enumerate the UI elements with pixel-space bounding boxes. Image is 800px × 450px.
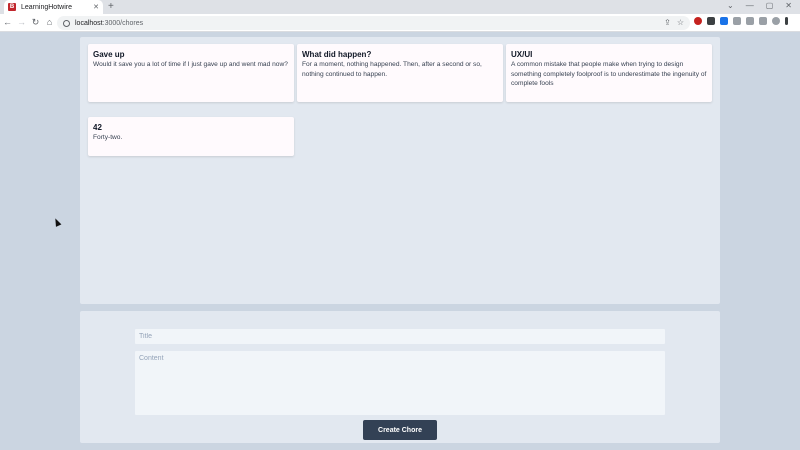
extension-media-icon[interactable]	[746, 17, 754, 25]
forward-icon[interactable]: →	[15, 16, 28, 29]
chore-content: Forty-two.	[93, 134, 123, 141]
new-tab-button[interactable]: +	[108, 1, 114, 13]
site-info-icon[interactable]	[63, 19, 70, 27]
star-icon[interactable]: ☆	[677, 18, 684, 27]
chore-title: What did happen?	[302, 50, 372, 59]
tab-search-icon[interactable]: ⌄	[727, 1, 734, 10]
tab-close-icon[interactable]: ✕	[93, 3, 99, 11]
chore-content: A common mistake that people make when t…	[511, 61, 707, 87]
url-host: localhost	[75, 19, 103, 27]
url-text: localhost:3000/chores	[75, 20, 143, 27]
home-icon[interactable]: ⌂	[43, 16, 56, 29]
chore-title: UX/UI	[511, 50, 533, 59]
new-chore-form: Create Chore	[80, 311, 720, 443]
back-icon[interactable]: ←	[1, 16, 14, 29]
content-textarea[interactable]	[134, 350, 666, 416]
minimize-icon[interactable]: —	[746, 1, 754, 10]
page-content: Gave up Would it save you a lot of time …	[0, 33, 800, 450]
title-input[interactable]	[134, 328, 666, 345]
tab-title: LearningHotwire	[21, 3, 72, 11]
window-controls: ⌄ — ▢ ✕	[727, 1, 792, 10]
chores-board: Gave up Would it save you a lot of time …	[80, 37, 720, 304]
chore-title: 42	[93, 123, 102, 132]
favicon-icon: B	[8, 3, 16, 11]
create-chore-button[interactable]: Create Chore	[363, 420, 437, 440]
chore-content: For a moment, nothing happened. Then, af…	[302, 61, 482, 78]
profile-avatar-icon[interactable]	[772, 17, 780, 25]
share-icon[interactable]: ⇪	[664, 18, 671, 27]
chore-card[interactable]: Gave up Would it save you a lot of time …	[88, 44, 294, 102]
browser-menu-icon[interactable]	[785, 17, 788, 25]
close-window-icon[interactable]: ✕	[785, 1, 792, 10]
chore-content: Would it save you a lot of time if I jus…	[93, 61, 288, 68]
chore-card[interactable]: 42 Forty-two.	[88, 117, 294, 156]
url-path: :3000/chores	[102, 19, 144, 27]
chore-card[interactable]: UX/UI A common mistake that people make …	[506, 44, 712, 102]
chore-title: Gave up	[93, 50, 125, 59]
browser-toolbar: ← → ↻ ⌂ localhost:3000/chores ⇪ ☆	[0, 14, 800, 32]
extension-puzzle-icon[interactable]	[733, 17, 741, 25]
reload-icon[interactable]: ↻	[29, 16, 42, 29]
browser-tab-bar: B LearningHotwire ✕ + ⌄ — ▢ ✕	[0, 0, 800, 14]
extensions-area	[694, 17, 788, 25]
chore-card[interactable]: What did happen? For a moment, nothing h…	[297, 44, 503, 102]
extension-blue-icon[interactable]	[720, 17, 728, 25]
omnibox-actions: ⇪ ☆	[664, 18, 684, 27]
maximize-icon[interactable]: ▢	[766, 1, 774, 10]
mouse-cursor-icon	[52, 217, 62, 227]
side-panel-icon[interactable]	[759, 17, 767, 25]
extension-record-icon[interactable]	[694, 17, 702, 25]
browser-tab[interactable]: B LearningHotwire ✕	[4, 0, 103, 14]
extension-dark-icon[interactable]	[707, 17, 715, 25]
address-bar[interactable]: localhost:3000/chores ⇪ ☆	[57, 16, 690, 30]
